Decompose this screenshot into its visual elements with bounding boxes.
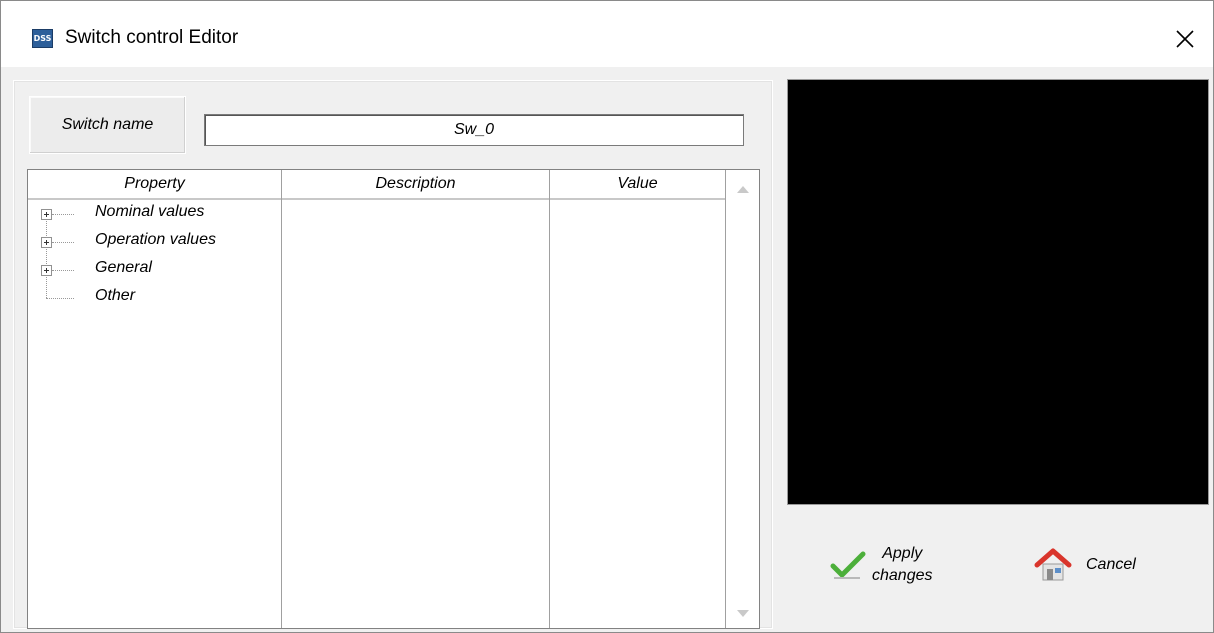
switch-name-label: Switch name: [29, 96, 186, 154]
close-icon: [1176, 30, 1194, 48]
tree-connector: [52, 270, 74, 271]
column-header-value[interactable]: Value: [550, 170, 725, 200]
column-divider: [549, 170, 550, 628]
expand-plus-icon[interactable]: [41, 237, 52, 248]
expand-plus-icon[interactable]: [41, 265, 52, 276]
property-panel: Switch name Sw_0 Property Description Va…: [13, 80, 773, 629]
expand-plus-icon[interactable]: [41, 209, 52, 220]
tree-item-other[interactable]: Other: [28, 284, 281, 312]
tree-item-label: Other: [95, 287, 136, 304]
tree-connector: [52, 242, 74, 243]
cancel-button-label: Cancel: [1086, 556, 1136, 573]
switch-name-row: Switch name Sw_0: [27, 94, 765, 156]
home-icon: [1034, 548, 1072, 581]
tree-item-nominal-values[interactable]: Nominal values: [28, 200, 281, 228]
tree-item-general[interactable]: General: [28, 256, 281, 284]
tree-connector: [46, 298, 74, 299]
window-title: Switch control Editor: [65, 27, 239, 48]
scroll-down-arrow-icon[interactable]: [737, 610, 749, 617]
vertical-scrollbar[interactable]: [729, 170, 759, 628]
title-bar[interactable]: DSS Switch control Editor: [1, 1, 1213, 67]
cancel-button[interactable]: Cancel: [1034, 529, 1174, 601]
scroll-up-arrow-icon[interactable]: [737, 186, 749, 193]
dss-app-icon: DSS: [32, 29, 53, 48]
preview-panel: [787, 79, 1209, 505]
tree-connector: [52, 214, 74, 215]
editor-window: DSS Switch control Editor Switch name Sw…: [0, 0, 1214, 633]
checkmark-icon: [830, 551, 866, 579]
switch-name-input[interactable]: Sw_0: [204, 114, 744, 146]
tree-item-label: Nominal values: [95, 203, 205, 220]
tree-item-operation-values[interactable]: Operation values: [28, 228, 281, 256]
client-area: Switch name Sw_0 Property Description Va…: [1, 67, 1213, 632]
column-header-property[interactable]: Property: [28, 170, 281, 200]
column-header-description[interactable]: Description: [282, 170, 549, 200]
column-divider: [281, 170, 282, 628]
apply-changes-button[interactable]: Apply changes: [830, 529, 970, 601]
column-divider: [725, 170, 726, 628]
close-button[interactable]: [1164, 19, 1206, 59]
tree-item-label: General: [95, 259, 152, 276]
tree-item-label: Operation values: [95, 231, 216, 248]
property-grid[interactable]: Property Description Value Nominal value…: [27, 169, 760, 629]
apply-button-label: Apply changes: [872, 545, 933, 584]
